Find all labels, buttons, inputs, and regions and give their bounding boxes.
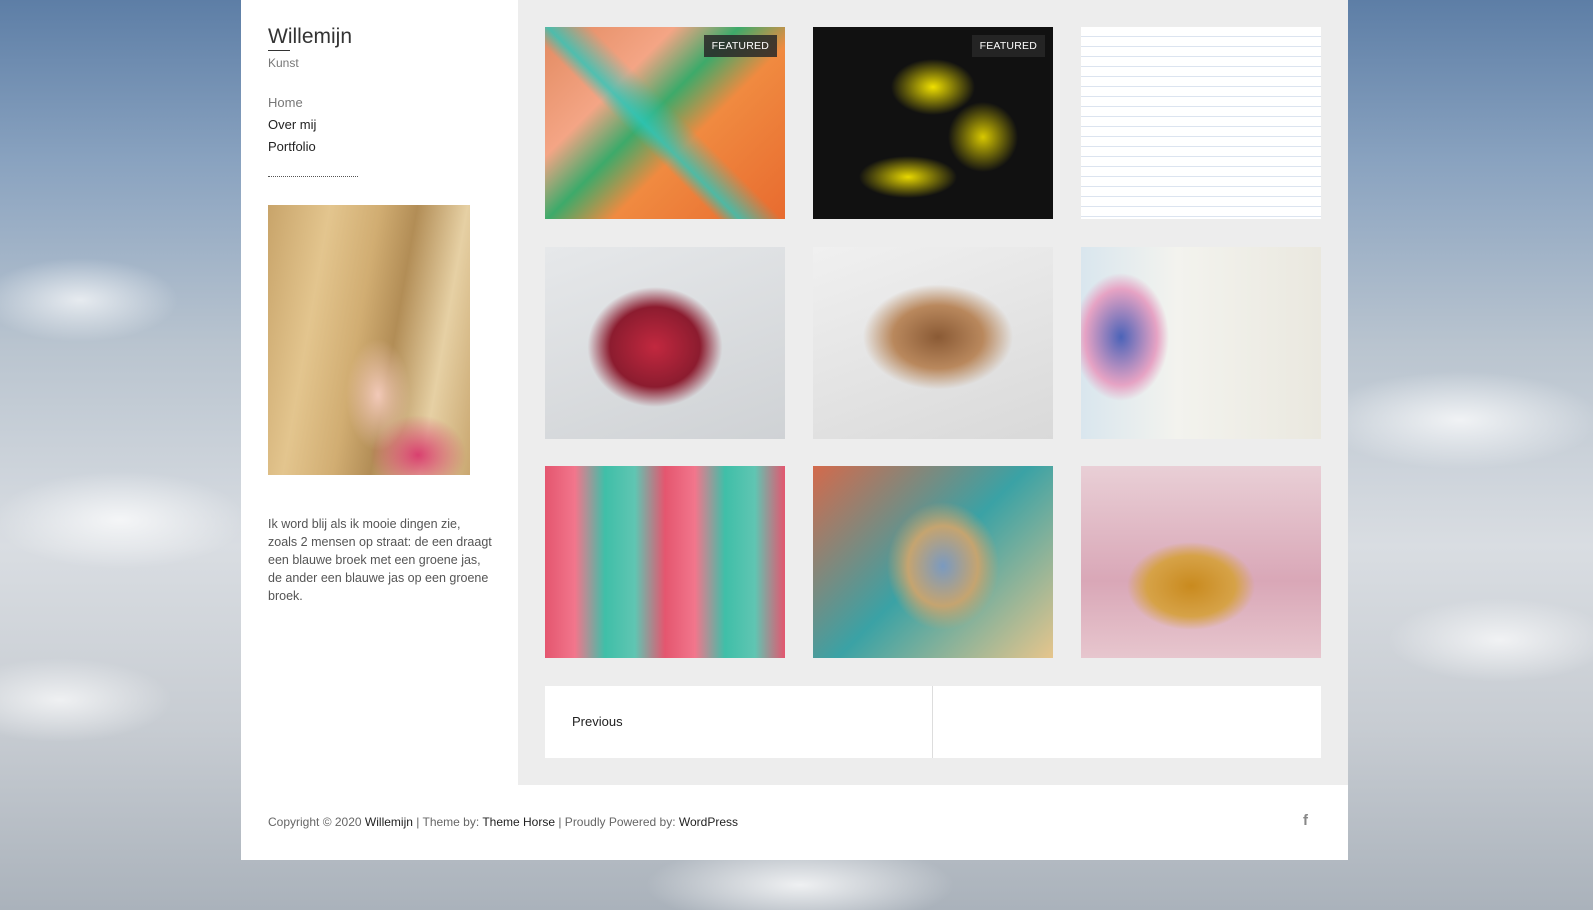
nav-item-portfolio[interactable]: Portfolio <box>268 136 316 158</box>
featured-badge: FEATURED <box>971 35 1045 57</box>
main-nav: Home Over mij Portfolio <box>268 92 316 158</box>
portfolio-grid: FEATURED FEATURED Previous <box>518 0 1348 785</box>
site-tagline: Kunst <box>268 56 299 70</box>
page-container: Willemijn Kunst Home Over mij Portfolio … <box>241 0 1348 860</box>
title-underline <box>268 50 290 51</box>
nav-divider <box>268 176 358 177</box>
theme-text: | Theme by: <box>416 815 480 829</box>
nav-item-over-mij[interactable]: Over mij <box>268 114 316 136</box>
previous-link[interactable]: Previous <box>572 714 623 729</box>
pagination-divider <box>932 686 933 758</box>
portfolio-tile-8[interactable] <box>813 466 1053 658</box>
pagination: Previous <box>545 686 1321 758</box>
portfolio-tile-7[interactable] <box>545 466 785 658</box>
bio-text: Ik word blij als ik mooie dingen zie, zo… <box>268 516 492 603</box>
portfolio-tile-5[interactable] <box>813 247 1053 439</box>
portfolio-tile-6[interactable] <box>1081 247 1321 439</box>
featured-badge: FEATURED <box>703 35 777 57</box>
copyright-text: Copyright © 2020 <box>268 815 362 829</box>
portfolio-tile-9[interactable] <box>1081 466 1321 658</box>
profile-photo <box>268 205 470 475</box>
footer-credits: Copyright © 2020 Willemijn | Theme by: T… <box>268 815 738 829</box>
theme-horse-link[interactable]: Theme Horse <box>482 815 555 829</box>
powered-text: | Proudly Powered by: <box>558 815 676 829</box>
portfolio-tile-1[interactable]: FEATURED <box>545 27 785 219</box>
portfolio-tile-3[interactable] <box>1081 27 1321 219</box>
portfolio-tile-4[interactable] <box>545 247 785 439</box>
footer-site-link[interactable]: Willemijn <box>365 815 413 829</box>
sidebar: Willemijn Kunst Home Over mij Portfolio … <box>241 0 518 785</box>
facebook-icon[interactable]: f <box>1303 812 1308 829</box>
nav-item-home[interactable]: Home <box>268 92 316 114</box>
site-title[interactable]: Willemijn <box>268 25 352 49</box>
wordpress-link[interactable]: WordPress <box>679 815 738 829</box>
portfolio-tile-2[interactable]: FEATURED <box>813 27 1053 219</box>
